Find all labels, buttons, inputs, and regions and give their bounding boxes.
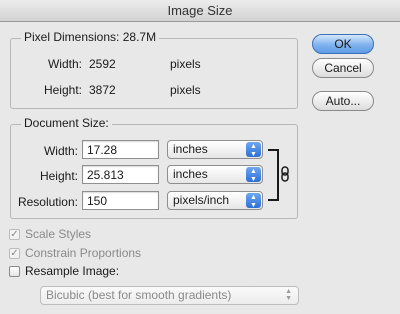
doc-width-unit-select[interactable]: inches ▲ ▼ bbox=[167, 140, 263, 159]
pixel-dimensions-legend: Pixel Dimensions: 28.7M bbox=[21, 30, 160, 44]
doc-height-input[interactable]: 25.813 bbox=[82, 165, 159, 184]
pixel-width-unit: pixels bbox=[170, 57, 201, 71]
chevron-updown-icon: ▲ ▼ bbox=[246, 167, 261, 183]
pixel-width-label: Width: bbox=[47, 57, 82, 71]
pixel-width-value: 2592 bbox=[89, 57, 116, 71]
resample-image-label: Resample Image: bbox=[25, 264, 120, 278]
resolution-label: Resolution: bbox=[17, 195, 78, 209]
resolution-input[interactable]: 150 bbox=[82, 191, 159, 210]
resample-method-select[interactable]: Bicubic (best for smooth gradients) ▲ ▼ bbox=[40, 286, 299, 305]
resolution-unit-value: pixels/inch bbox=[173, 193, 230, 207]
scale-styles-label: Scale Styles bbox=[25, 227, 92, 241]
doc-width-unit-value: inches bbox=[173, 142, 208, 156]
doc-height-unit-value: inches bbox=[173, 167, 208, 181]
doc-height-unit-select[interactable]: inches ▲ ▼ bbox=[167, 165, 263, 184]
resample-method-value: Bicubic (best for smooth gradients) bbox=[46, 288, 232, 302]
ok-button[interactable]: OK bbox=[312, 34, 374, 54]
constrain-proportions-label: Constrain Proportions bbox=[25, 246, 142, 260]
resolution-unit-select[interactable]: pixels/inch ▲ ▼ bbox=[167, 191, 263, 210]
scale-styles-checkbox[interactable]: ✓ bbox=[9, 229, 20, 240]
chevron-updown-icon: ▲ ▼ bbox=[246, 193, 261, 209]
pixel-height-unit: pixels bbox=[170, 83, 201, 97]
auto-button[interactable]: Auto... bbox=[312, 91, 374, 111]
resample-image-checkbox[interactable] bbox=[9, 266, 20, 277]
doc-width-input[interactable]: 17.28 bbox=[82, 140, 159, 159]
chevron-updown-icon: ▲ ▼ bbox=[246, 142, 261, 158]
window-title: Image Size bbox=[0, 0, 400, 22]
chevron-updown-icon: ▲ ▼ bbox=[285, 288, 292, 302]
constrain-proportions-checkbox[interactable]: ✓ bbox=[9, 248, 20, 259]
pixel-dimensions-group bbox=[10, 38, 298, 109]
doc-height-label: Height: bbox=[39, 169, 78, 183]
document-size-legend: Document Size: bbox=[21, 116, 112, 130]
doc-width-label: Width: bbox=[43, 144, 78, 158]
pixel-dimensions-legend-label: Pixel Dimensions: bbox=[24, 30, 120, 44]
pixel-dimensions-size: 28.7M bbox=[122, 30, 157, 44]
cancel-button[interactable]: Cancel bbox=[312, 58, 374, 78]
constrain-link-bracket bbox=[268, 149, 279, 201]
pixel-height-label: Height: bbox=[43, 83, 82, 97]
pixel-height-value: 3872 bbox=[89, 83, 116, 97]
chain-link-icon bbox=[280, 166, 290, 182]
